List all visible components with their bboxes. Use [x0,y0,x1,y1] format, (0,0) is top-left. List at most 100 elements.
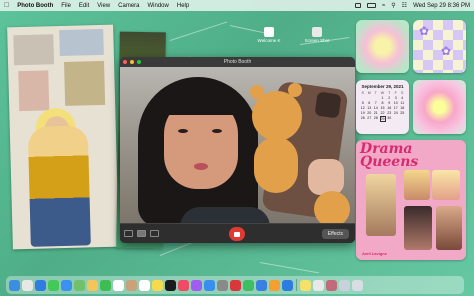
magazine-photo [432,170,460,200]
dock-tv-icon[interactable] [165,279,176,291]
window-titlebar[interactable]: Photo Booth [120,57,355,67]
calendar-date: 14 [373,106,378,110]
calendar-weekday: S [361,91,364,95]
dock-reminders-icon[interactable] [139,279,150,291]
dock-safari-icon[interactable] [35,279,46,291]
screen-mirroring-icon[interactable] [354,3,361,8]
calendar-date: 21 [373,111,378,115]
magazine-photo [436,206,462,250]
calendar-date [360,96,366,100]
dock-notes-stack-icon[interactable] [300,279,311,291]
menu-help[interactable]: Help [177,3,189,9]
dock-photos-icon[interactable] [87,279,98,291]
calendar-date: 3 [394,96,397,100]
calendar-date: 26 [360,116,365,120]
calendar-date: 16 [387,106,392,110]
flower-icon: ✿ [419,24,430,38]
magazine-title: Drama Queens [360,141,419,171]
menu-view[interactable]: View [97,3,110,9]
calendar-date: 6 [368,101,371,105]
calendar-date [400,116,406,122]
magazine-widget[interactable]: Drama Queens Avril Lavigne [356,140,466,260]
dock-launchpad-icon[interactable] [22,279,33,291]
dock-keynote-icon[interactable] [256,279,267,291]
dock-finder-icon[interactable] [9,279,20,291]
camera-icon [234,231,240,237]
calendar-date: 23 [387,111,392,115]
dock-xcode-icon[interactable] [282,279,293,291]
app-menu[interactable]: Photo Booth [17,3,53,9]
dock-pages-icon[interactable] [269,279,280,291]
aura-gradient-widget[interactable] [356,20,409,73]
dock-photo-booth-thumb-icon[interactable] [326,279,337,291]
calendar-date [373,96,379,100]
battery-icon[interactable] [366,3,376,8]
calendar-weekday: W [380,91,385,95]
calendar-widget[interactable]: September 29, 2021 S M T W T F S 1 2 3 4 5 6 7 8 9 10 11 1… [356,80,409,134]
single-photo-mode-button[interactable] [137,230,146,237]
photo-booth-window[interactable]: Photo Booth Effects [120,57,355,243]
image-file-icon [312,27,322,37]
calendar-date: 20 [367,111,372,115]
calendar-date: 4 [401,96,404,100]
document-icon [264,27,274,37]
dock-system-preferences-icon[interactable] [217,279,228,291]
checkered-flower-widget[interactable]: ✿ ✿ [413,20,466,73]
take-photo-button[interactable] [229,227,245,241]
calendar-date: 7 [374,101,377,105]
dock-contacts-icon[interactable] [126,279,137,291]
calendar-date: 8 [381,101,384,105]
calendar-date [393,116,399,122]
heart-gradient-widget[interactable] [413,80,466,134]
dock-music-icon[interactable] [178,279,189,291]
dock-calendar-icon[interactable] [113,279,124,291]
control-center-icon[interactable]: ☷ [402,2,407,9]
calendar-date: 2 [388,96,391,100]
dock-podcasts-icon[interactable] [191,279,202,291]
dock-app-store-icon[interactable] [204,279,215,291]
calendar-title: September 29, 2021 [361,84,404,89]
calendar-weekday: T [374,91,377,95]
calendar-date: 24 [393,111,398,115]
calendar-grid: S M T W T F S 1 2 3 4 5 6 7 8 9 10 11 12 13 14 15 16 17 18 19 20 21… [360,91,405,122]
menu-window[interactable]: Window [148,3,169,9]
dock-trash-icon[interactable] [352,279,363,291]
calendar-date: 13 [367,106,372,110]
photo-booth-toolbar: Effects [120,223,355,243]
apple-menu-icon[interactable]:  [4,2,9,9]
dock-photo-booth-icon[interactable] [230,279,241,291]
calendar-date: 10 [393,101,398,105]
menu-file[interactable]: File [61,3,71,9]
calendar-date: 1 [381,96,384,100]
dock-messages-icon[interactable] [48,279,59,291]
grid-mode-button[interactable] [124,230,133,237]
dock-mail-icon[interactable] [61,279,72,291]
menu-bar:  Photo Booth File Edit View Camera Wind… [0,0,474,11]
dock-maps-icon[interactable] [74,279,85,291]
dock-facetime-icon[interactable] [100,279,111,291]
dock [6,276,464,294]
menu-edit[interactable]: Edit [79,3,89,9]
dock-downloads-icon[interactable] [339,279,350,291]
wallpaper-streak [169,21,228,41]
calendar-date [367,96,373,100]
calendar-date: 5 [361,101,364,105]
magazine-photo [404,170,430,200]
wifi-icon[interactable]: ≈ [382,3,385,9]
clock-datetime[interactable]: Wed Sep 29 8:36 PM [413,3,470,9]
magazine-caption: Avril Lavigne [362,251,387,256]
desktop-file-screenshot[interactable]: Screen Shot [300,27,334,43]
effects-button[interactable]: Effects [321,229,349,239]
calendar-date: 11 [400,101,405,105]
calendar-date: 30 [387,116,392,120]
desktop-file-welcome[interactable]: Welcome K [252,27,286,43]
dock-notes-icon[interactable] [152,279,163,291]
calendar-date: 29 [379,116,386,122]
flower-icon: ✿ [441,44,452,58]
menu-camera[interactable]: Camera [118,3,139,9]
dock-chrome-icon[interactable] [313,279,324,291]
dock-numbers-icon[interactable] [243,279,254,291]
search-icon[interactable]: ⚲ [391,2,395,9]
calendar-date: 9 [388,101,391,105]
video-mode-button[interactable] [150,230,159,237]
